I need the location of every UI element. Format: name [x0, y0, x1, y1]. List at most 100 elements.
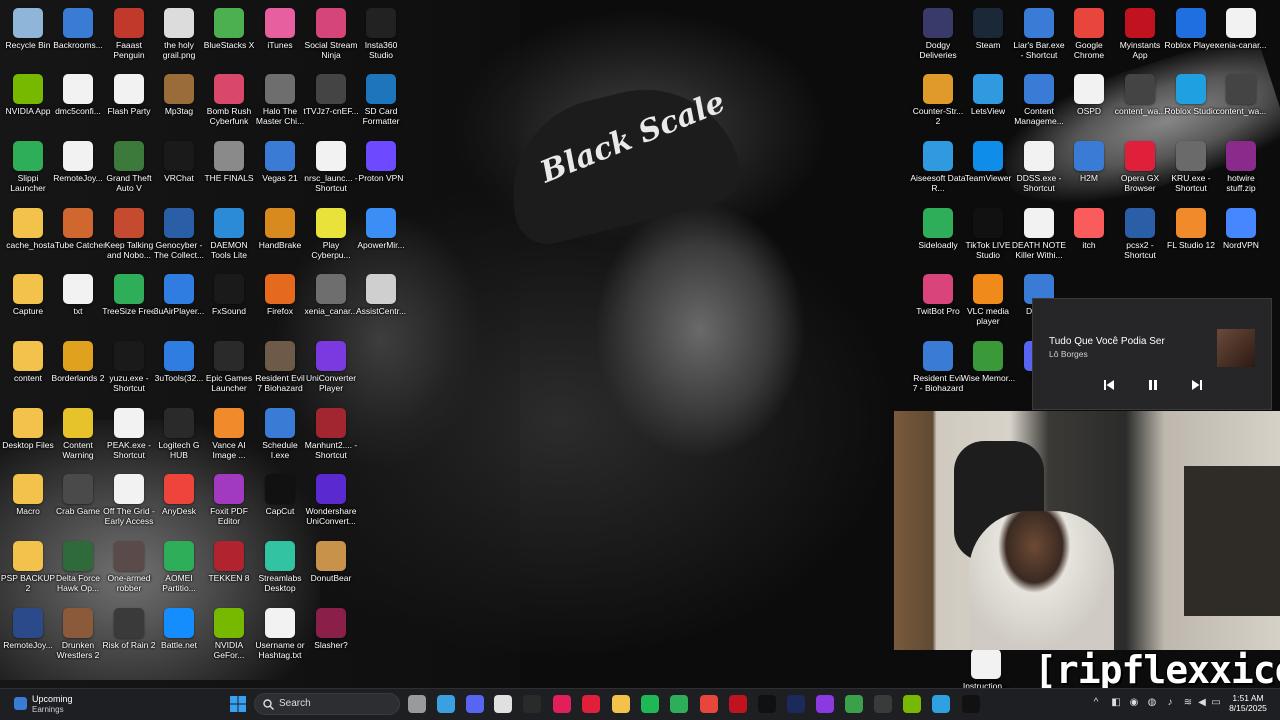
- notepad-icon[interactable]: [932, 695, 950, 713]
- spotify-icon[interactable]: [641, 695, 659, 713]
- desktop-icon[interactable]: DonutBear: [303, 537, 359, 603]
- desktop-icon[interactable]: dmc5confi...: [50, 70, 106, 136]
- desktop-icon[interactable]: Slippi Launcher: [0, 137, 56, 203]
- desktop-icon[interactable]: aTube Catcher: [50, 204, 106, 270]
- desktop-icon[interactable]: Recycle Bin: [0, 4, 56, 70]
- desktop-icon[interactable]: One-armed robber: [101, 537, 157, 603]
- desktop-icon[interactable]: Vance AI Image ...: [201, 404, 257, 470]
- desktop-icon[interactable]: Schedule I.exe: [252, 404, 308, 470]
- desktop-icon[interactable]: Sideloadly: [910, 204, 966, 270]
- desktop-icon[interactable]: itch: [1061, 204, 1117, 270]
- desktop-icon[interactable]: TreeSize Free: [101, 270, 157, 336]
- desktop-icon[interactable]: RemoteJoy...: [50, 137, 106, 203]
- desktop-icon[interactable]: PEAK.exe - Shortcut: [101, 404, 157, 470]
- desktop-icon[interactable]: Keep Talking and Nobo...: [101, 204, 157, 270]
- app-green-icon[interactable]: [845, 695, 863, 713]
- xbox-icon[interactable]: [670, 695, 688, 713]
- desktop-icon[interactable]: Capture: [0, 270, 56, 336]
- desktop-icon[interactable]: FxSound: [201, 270, 257, 336]
- desktop-icon[interactable]: AnyDesk: [151, 470, 207, 536]
- desktop-icon[interactable]: Slasher?: [303, 604, 359, 670]
- recorder-icon[interactable]: [729, 695, 747, 713]
- desktop-icon[interactable]: the holy grail.png: [151, 4, 207, 70]
- desktop-icon[interactable]: Resident Evil 7 Biohazard: [252, 337, 308, 403]
- desktop-icon[interactable]: content_wa...: [1213, 70, 1269, 136]
- desktop-icon[interactable]: DEATH NOTE Killer Withi...: [1011, 204, 1067, 270]
- desktop-icon[interactable]: Risk of Rain 2: [101, 604, 157, 670]
- desktop-icon[interactable]: nrsc_launc... - Shortcut: [303, 137, 359, 203]
- desktop-icon[interactable]: FL Studio 12: [1163, 204, 1219, 270]
- media-player-flyout[interactable]: Tudo Que Você Podia Ser Lô Borges: [1032, 298, 1272, 410]
- photoshop-icon[interactable]: [787, 695, 805, 713]
- desktop-icon[interactable]: H2M: [1061, 137, 1117, 203]
- desktop-icon[interactable]: UniConverter Player: [303, 337, 359, 403]
- desktop-icon[interactable]: Epic Games Launcher: [201, 337, 257, 403]
- desktop-icon[interactable]: Dodgy Deliveries: [910, 4, 966, 70]
- desktop-icon[interactable]: Content Manageme...: [1011, 70, 1067, 136]
- desktop-icon[interactable]: tTVJz7-cnEF...: [303, 70, 359, 136]
- tray-app-icon[interactable]: ◧: [1110, 697, 1122, 711]
- discord-icon[interactable]: [466, 695, 484, 713]
- desktop-icon[interactable]: Desktop Files: [0, 404, 56, 470]
- file-explorer-icon[interactable]: [612, 695, 630, 713]
- desktop-icon[interactable]: Bomb Rush Cyberfunk: [201, 70, 257, 136]
- desktop-icon[interactable]: TwitBot Pro: [910, 270, 966, 336]
- desktop-icon[interactable]: Flash Party: [101, 70, 157, 136]
- desktop-icon[interactable]: TikTok LIVE Studio: [960, 204, 1016, 270]
- desktop-icon[interactable]: 3uAirPlayer...: [151, 270, 207, 336]
- desktop-icon[interactable]: NordVPN: [1213, 204, 1269, 270]
- desktop-icon[interactable]: Content Warning: [50, 404, 106, 470]
- desktop-icon[interactable]: txt: [50, 270, 106, 336]
- capcut-icon[interactable]: [758, 695, 776, 713]
- task-view-icon[interactable]: [408, 695, 426, 713]
- desktop-icon[interactable]: KRU.exe - Shortcut: [1163, 137, 1219, 203]
- desktop-icon[interactable]: Steam: [960, 4, 1016, 70]
- desktop-icon[interactable]: NVIDIA App: [0, 70, 56, 136]
- desktop-icon[interactable]: ApowerMir...: [353, 204, 409, 270]
- desktop-icon[interactable]: cache_host: [0, 204, 56, 270]
- desktop-icon[interactable]: LetsView: [960, 70, 1016, 136]
- desktop-icon[interactable]: Streamlabs Desktop: [252, 537, 308, 603]
- desktop-icon[interactable]: Mp3tag: [151, 70, 207, 136]
- desktop-icon[interactable]: Play Cyberpu...: [303, 204, 359, 270]
- chevron-up-icon[interactable]: ^: [1090, 697, 1102, 711]
- desktop-icon[interactable]: Logitech G HUB: [151, 404, 207, 470]
- desktop-icon[interactable]: Aiseesoft Data R...: [910, 137, 966, 203]
- desktop-icon[interactable]: Insta360 Studio: [353, 4, 409, 70]
- desktop-icon[interactable]: Roblox Player: [1163, 4, 1219, 70]
- desktop-icon[interactable]: xenia_canar...: [303, 270, 359, 336]
- desktop-icon[interactable]: HandBrake: [252, 204, 308, 270]
- app-dark-icon[interactable]: [874, 695, 892, 713]
- desktop-icon[interactable]: TEKKEN 8: [201, 537, 257, 603]
- wifi-icon[interactable]: ≋: [1182, 697, 1194, 711]
- start-button[interactable]: [229, 695, 247, 713]
- desktop-icon[interactable]: PSP BACKUP 2: [0, 537, 56, 603]
- volume-icon[interactable]: ◀: [1196, 697, 1208, 711]
- next-track-icon[interactable]: [1187, 379, 1207, 395]
- desktop-icon[interactable]: Google Chrome: [1061, 4, 1117, 70]
- desktop-icon[interactable]: NVIDIA GeFor...: [201, 604, 257, 670]
- desktop-icon[interactable]: Opera GX Browser: [1112, 137, 1168, 203]
- desktop-icon[interactable]: iTunes: [252, 4, 308, 70]
- desktop-icon[interactable]: Borderlands 2: [50, 337, 106, 403]
- desktop-icon[interactable]: Manhunt2.... - Shortcut: [303, 404, 359, 470]
- desktop-icon[interactable]: DAEMON Tools Lite: [201, 204, 257, 270]
- tray-app-2-icon[interactable]: ◉: [1128, 697, 1140, 711]
- desktop-icon[interactable]: content_wa...: [1112, 70, 1168, 136]
- desktop-icon[interactable]: DDSS.exe - Shortcut: [1011, 137, 1067, 203]
- microphone-icon[interactable]: ♪: [1164, 697, 1176, 711]
- desktop-icon[interactable]: Delta Force Hawk Op...: [50, 537, 106, 603]
- desktop-icon[interactable]: Crab Game: [50, 470, 106, 536]
- desktop-icon[interactable]: Drunken Wrestlers 2: [50, 604, 106, 670]
- desktop-icon[interactable]: hotwire stuff.zip: [1213, 137, 1269, 203]
- desktop-icon[interactable]: Macro: [0, 470, 56, 536]
- chrome-icon[interactable]: [700, 695, 718, 713]
- nvidia-icon[interactable]: [903, 695, 921, 713]
- desktop-icon[interactable]: Liar's Bar.exe - Shortcut: [1011, 4, 1067, 70]
- desktop-icon[interactable]: CapCut: [252, 470, 308, 536]
- app-icon[interactable]: [494, 695, 512, 713]
- desktop-icon[interactable]: Wise Memor...: [960, 337, 1016, 403]
- desktop-icon[interactable]: TeamViewer: [960, 137, 1016, 203]
- desktop-icon[interactable]: Grand Theft Auto V: [101, 137, 157, 203]
- desktop-icon[interactable]: Battle.net: [151, 604, 207, 670]
